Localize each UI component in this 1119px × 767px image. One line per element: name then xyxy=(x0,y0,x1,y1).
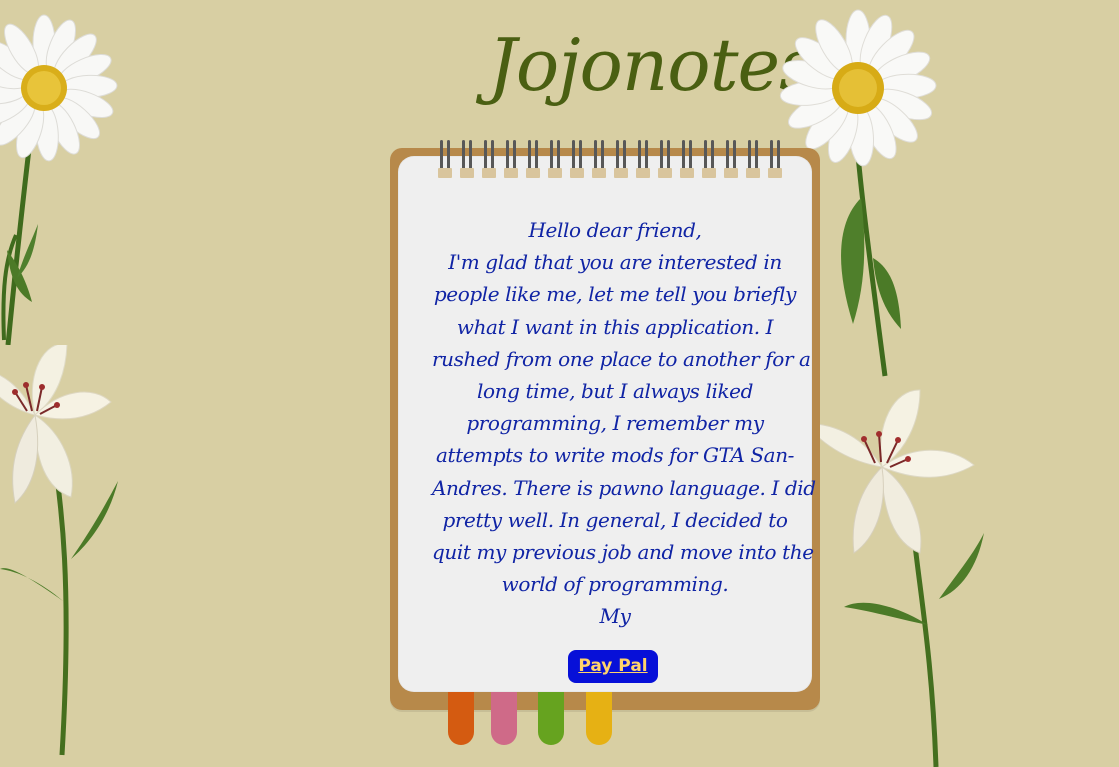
spiral-binding-icon xyxy=(438,140,788,192)
letter-line: programming, I remember my xyxy=(466,411,764,436)
ring xyxy=(768,140,782,192)
letter-text: Hello dear friend, I'm glad that you are… xyxy=(432,214,816,644)
pink-tab xyxy=(491,691,517,745)
ring xyxy=(746,140,760,192)
letter-line: quit my previous job and move into the xyxy=(432,540,814,565)
letter-line: long time, but I always liked xyxy=(477,379,753,404)
ring xyxy=(658,140,672,192)
letter-line: Andres. There is pawno language. I did xyxy=(432,475,816,500)
ring xyxy=(570,140,584,192)
ring xyxy=(504,140,518,192)
green-tab xyxy=(538,691,564,745)
letter-line: Hello dear friend, xyxy=(528,218,702,242)
ring xyxy=(592,140,606,192)
ring xyxy=(438,140,452,192)
ring xyxy=(548,140,562,192)
ring xyxy=(724,140,738,192)
ring xyxy=(482,140,496,192)
ring xyxy=(680,140,694,192)
ring xyxy=(636,140,650,192)
daisy-left-icon xyxy=(0,10,130,345)
notebook-page: Hello dear friend, I'm glad that you are… xyxy=(398,140,816,692)
ring xyxy=(460,140,474,192)
lily-left-icon xyxy=(0,345,125,760)
yellow-tab xyxy=(586,691,612,745)
letter-line: I'm glad that you are interested in xyxy=(448,250,782,275)
letter-line: My xyxy=(599,604,631,629)
letter-line: rushed from one place to another for a xyxy=(432,346,811,371)
letter-line: world of programming. xyxy=(501,572,729,597)
lily-right-icon xyxy=(800,385,985,767)
page-title: Jojonotes xyxy=(488,23,816,107)
ring xyxy=(702,140,716,192)
letter-line: what I want in this application. I xyxy=(456,314,774,339)
notebook: Hello dear friend, I'm glad that you are… xyxy=(390,140,820,745)
letter-line: pretty well. In general, I decided to xyxy=(442,507,788,532)
orange-tab xyxy=(448,691,474,745)
ring xyxy=(614,140,628,192)
ring xyxy=(526,140,540,192)
letter-line: attempts to write mods for GTA San- xyxy=(435,443,795,468)
notebook-tabs xyxy=(448,691,618,747)
letter-line: people like me, let me tell you briefly xyxy=(433,282,797,307)
paypal-button[interactable]: Pay Pal xyxy=(568,650,658,683)
